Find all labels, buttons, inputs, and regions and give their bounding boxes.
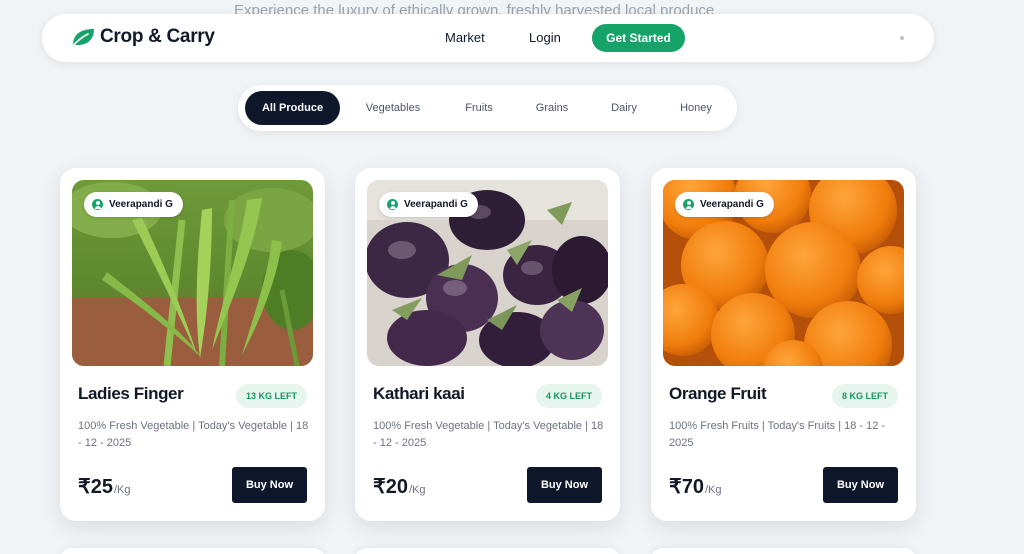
seller-name: Veerapandi G: [700, 199, 764, 210]
tab-dairy[interactable]: Dairy: [596, 91, 652, 125]
leaf-icon: [71, 29, 94, 48]
next-card-edge: [355, 548, 620, 554]
product-image: Veerapandi G: [663, 180, 904, 366]
seller-badge: Veerapandi G: [675, 192, 774, 217]
product-name: Kathari kaai: [373, 384, 465, 403]
tab-vegetables[interactable]: Vegetables: [350, 91, 436, 125]
get-started-button[interactable]: Get Started: [592, 24, 685, 52]
product-description: 100% Fresh Vegetable | Today's Vegetable…: [373, 420, 604, 449]
buy-now-button[interactable]: Buy Now: [823, 467, 898, 503]
product-image: Veerapandi G: [72, 180, 313, 366]
price-unit: /Kg: [113, 484, 131, 496]
product-card[interactable]: Veerapandi G Ladies Finger 13 KG LEFT 10…: [60, 168, 325, 521]
price-value: ₹70: [669, 476, 704, 498]
seller-name: Veerapandi G: [109, 199, 173, 210]
brand-logo[interactable]: Crop & Carry: [70, 26, 215, 48]
product-description: 100% Fresh Fruits | Today's Fruits | 18 …: [669, 420, 886, 449]
next-card-edge: [60, 548, 325, 554]
product-price: ₹20 /Kg: [373, 474, 426, 499]
user-icon: [387, 199, 398, 210]
top-navbar: Crop & Carry Market Login Get Started: [42, 14, 934, 62]
buy-now-button[interactable]: Buy Now: [232, 467, 307, 503]
nav-market-link[interactable]: Market: [445, 30, 485, 45]
product-description: 100% Fresh Vegetable | Today's Vegetable…: [78, 420, 309, 449]
tab-all-produce[interactable]: All Produce: [245, 91, 340, 125]
brand-name: Crop & Carry: [100, 26, 215, 47]
price-value: ₹20: [373, 476, 408, 498]
nav-login-link[interactable]: Login: [529, 30, 561, 45]
user-icon: [92, 199, 103, 210]
product-card[interactable]: Veerapandi G Orange Fruit 8 KG LEFT 100%…: [651, 168, 916, 521]
price-unit: /Kg: [408, 484, 426, 496]
price-unit: /Kg: [704, 484, 722, 496]
tab-fruits[interactable]: Fruits: [450, 91, 508, 125]
stock-badge: 13 KG LEFT: [235, 384, 307, 408]
product-name: Ladies Finger: [78, 384, 184, 403]
product-card[interactable]: Veerapandi G Kathari kaai 4 KG LEFT 100%…: [355, 168, 620, 521]
seller-name: Veerapandi G: [404, 199, 468, 210]
stock-badge: 8 KG LEFT: [831, 384, 898, 408]
user-icon: [683, 199, 694, 210]
stock-badge: 4 KG LEFT: [535, 384, 602, 408]
nav-menu-dot[interactable]: [900, 36, 904, 40]
product-name: Orange Fruit: [669, 384, 767, 403]
product-price: ₹70 /Kg: [669, 474, 722, 499]
product-image: Veerapandi G: [367, 180, 608, 366]
tab-grains[interactable]: Grains: [523, 91, 581, 125]
next-card-edge: [651, 548, 916, 554]
tab-honey[interactable]: Honey: [666, 91, 726, 125]
product-price: ₹25 /Kg: [78, 474, 131, 499]
price-value: ₹25: [78, 476, 113, 498]
category-tabs: All Produce Vegetables Fruits Grains Dai…: [238, 85, 737, 131]
buy-now-button[interactable]: Buy Now: [527, 467, 602, 503]
seller-badge: Veerapandi G: [379, 192, 478, 217]
seller-badge: Veerapandi G: [84, 192, 183, 217]
